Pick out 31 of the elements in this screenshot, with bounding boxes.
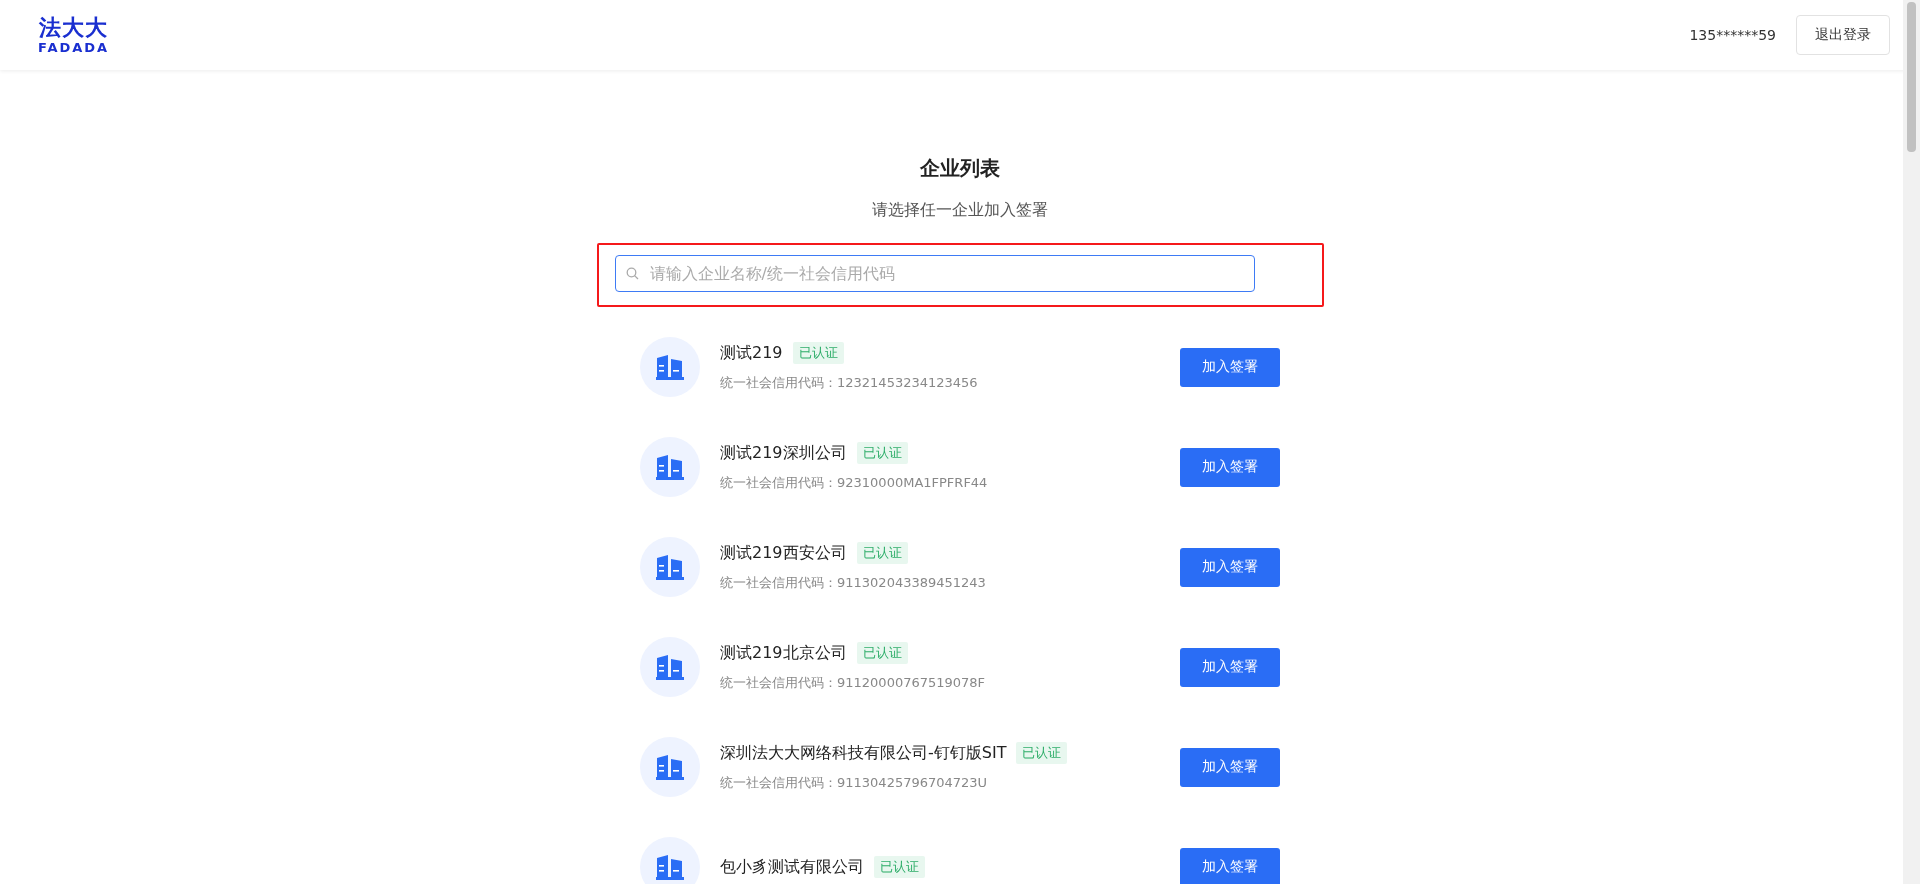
- credit-code: 统一社会信用代码：911302043389451243: [720, 574, 987, 592]
- scrollbar[interactable]: [1903, 0, 1920, 884]
- credit-code: 统一社会信用代码：92310000MA1FPFRF44: [720, 474, 989, 492]
- logo-wordmark: 法大大: [39, 16, 109, 39]
- credit-code: 统一社会信用代码：91130425796704723U: [720, 774, 989, 792]
- verified-tag: 已认证: [1016, 742, 1068, 764]
- company-name: 测试219西安公司: [720, 542, 847, 564]
- search-field[interactable]: 请输入企业名称/统一社会信用代码: [614, 255, 1255, 292]
- company-name: 包小豸测试有限公司: [720, 856, 864, 878]
- logo-wordmark: FADADA: [38, 40, 110, 54]
- logout-button[interactable]: 退出登录: [1796, 15, 1890, 55]
- join-sign-button[interactable]: 加入签署: [1180, 547, 1280, 587]
- page-subtitle: 请选择任一企业加入签署: [872, 200, 1048, 221]
- company-name: 测试219深圳公司: [720, 442, 847, 464]
- verified-tag: 已认证: [856, 642, 908, 664]
- page-title: 企业列表: [920, 155, 1000, 182]
- user-phone: 135******59: [1689, 27, 1776, 43]
- join-sign-button[interactable]: 加入签署: [1180, 747, 1280, 787]
- company-name: 深圳法大大网络科技有限公司-钉钉版SIT: [720, 742, 1007, 764]
- join-sign-button[interactable]: 加入签署: [1180, 347, 1280, 387]
- company-name: 测试219: [720, 342, 783, 364]
- join-sign-button[interactable]: 加入签署: [1180, 847, 1280, 884]
- verified-tag: 已认证: [792, 342, 844, 364]
- credit-code: 统一社会信用代码：91120000767519078F: [720, 674, 987, 692]
- company-name: 测试219北京公司: [720, 642, 847, 664]
- join-sign-button[interactable]: 加入签署: [1180, 647, 1280, 687]
- verified-tag: 已认证: [856, 442, 908, 464]
- verified-tag: 已认证: [874, 856, 925, 878]
- verified-tag: 已认证: [856, 542, 908, 564]
- credit-code: 统一社会信用代码：12321453234123456: [720, 374, 979, 392]
- join-sign-button[interactable]: 加入签署: [1180, 447, 1280, 487]
